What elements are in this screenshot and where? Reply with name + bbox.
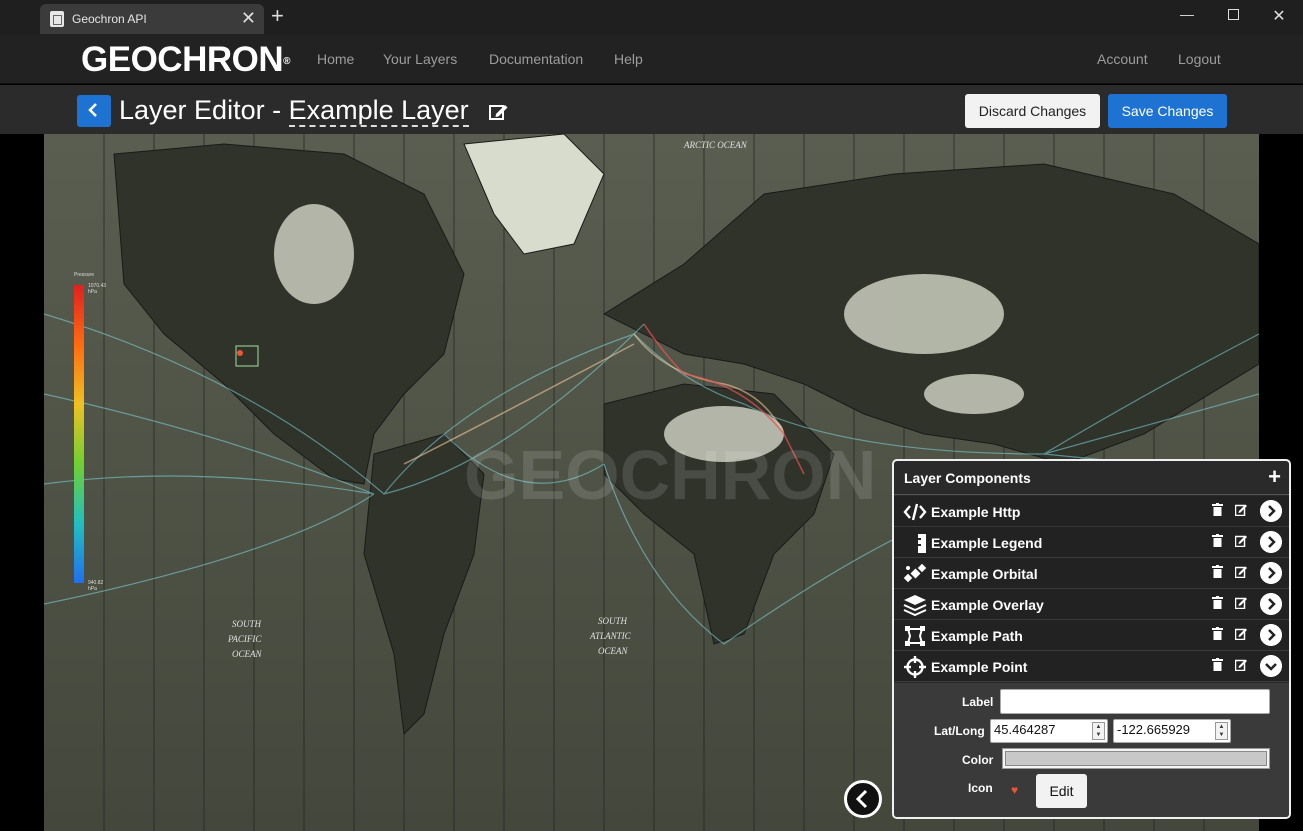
- browser-tabstrip: Geochron API ✕ + — ✕: [0, 0, 1303, 34]
- chevron-right-icon[interactable]: [1260, 500, 1282, 522]
- color-picker[interactable]: [1002, 748, 1270, 769]
- page-title: Layer Editor - Example Layer: [119, 95, 469, 127]
- component-label: Example Http: [931, 504, 1021, 520]
- trash-icon[interactable]: [1212, 565, 1223, 578]
- geochron-logo[interactable]: GEOCHRON®: [81, 42, 290, 78]
- heart-icon: ♥: [1011, 783, 1019, 797]
- map-watermark: GEOCHRON: [464, 436, 876, 514]
- chevron-right-icon[interactable]: [1260, 562, 1282, 584]
- component-row-http[interactable]: Example Http: [894, 496, 1289, 527]
- component-label: Example Point: [931, 659, 1028, 675]
- browser-window: Geochron API ✕ + — ✕ GEOCHRON® Home Your…: [0, 0, 1303, 831]
- trash-icon[interactable]: [1212, 658, 1223, 671]
- latitude-spinner[interactable]: ▲ ▼: [1092, 722, 1105, 740]
- edit-icon[interactable]: [1235, 596, 1248, 609]
- window-close-icon[interactable]: ✕: [1269, 6, 1289, 26]
- component-label: Example Path: [931, 628, 1023, 644]
- browser-tab[interactable]: Geochron API ✕: [40, 4, 264, 34]
- layers-icon: [903, 595, 927, 616]
- minimize-icon[interactable]: —: [1177, 6, 1197, 22]
- site-navbar: GEOCHRON® Home Your Layers Documentation…: [0, 34, 1303, 84]
- legend-max: 1070.43 hPa: [88, 283, 107, 295]
- edit-icon[interactable]: [1235, 534, 1248, 547]
- color-field-label: Color: [962, 753, 994, 767]
- legend-title: Pressure: [74, 272, 95, 278]
- chevron-right-icon[interactable]: [1260, 531, 1282, 553]
- longitude-input[interactable]: -122.665929 ▲ ▼: [1113, 719, 1231, 743]
- component-row-overlay[interactable]: Example Overlay: [894, 589, 1289, 620]
- trash-icon[interactable]: [1212, 503, 1223, 516]
- trash-icon[interactable]: [1212, 596, 1223, 609]
- nav-account[interactable]: Account: [1097, 51, 1148, 67]
- nav-your-layers[interactable]: Your Layers: [383, 51, 457, 67]
- code-icon: [903, 503, 927, 521]
- south-atlantic-label-2: ATLANTIC: [589, 631, 632, 641]
- chevron-down-icon[interactable]: [1260, 655, 1282, 677]
- edit-icon[interactable]: [1235, 565, 1248, 578]
- latitude-input[interactable]: 45.464287 ▲ ▼: [990, 719, 1108, 743]
- component-row-orbital[interactable]: Example Orbital: [894, 558, 1289, 589]
- south-atlantic-label-1: SOUTH: [598, 616, 628, 626]
- component-row-path[interactable]: Example Path: [894, 620, 1289, 651]
- point-details: Label Lat/Long 45.464287 ▲ ▼ -122.665929 …: [894, 683, 1289, 817]
- nav-documentation[interactable]: Documentation: [489, 51, 583, 67]
- edit-icon[interactable]: [1235, 503, 1248, 516]
- editor-header: Layer Editor - Example Layer Discard Cha…: [0, 85, 1303, 134]
- south-pacific-label-2: PACIFIC: [227, 634, 262, 644]
- layer-name[interactable]: Example Layer: [288, 95, 469, 127]
- component-label: Example Overlay: [931, 597, 1044, 613]
- south-pacific-label-1: SOUTH: [232, 619, 262, 629]
- nav-help[interactable]: Help: [614, 51, 643, 67]
- chevron-left-icon: [88, 103, 97, 117]
- trash-icon[interactable]: [1212, 534, 1223, 547]
- label-input[interactable]: [1000, 689, 1270, 714]
- longitude-spinner[interactable]: ▲ ▼: [1215, 722, 1228, 740]
- chevron-left-icon: [855, 789, 868, 809]
- add-component-button[interactable]: +: [1268, 465, 1281, 489]
- trash-icon[interactable]: [1212, 627, 1223, 640]
- component-label: Example Legend: [931, 535, 1043, 551]
- icon-field-label: Icon: [968, 781, 993, 795]
- arctic-ocean-label: ARCTIC OCEAN: [683, 140, 748, 150]
- south-pacific-label-3: OCEAN: [232, 649, 262, 659]
- label-field-label: Label: [962, 695, 994, 709]
- legend-min: 940.82 hPa: [88, 580, 104, 592]
- nav-logout[interactable]: Logout: [1178, 51, 1221, 67]
- panel-header: Layer Components +: [894, 461, 1289, 495]
- new-tab-button[interactable]: +: [271, 4, 284, 28]
- edit-icon[interactable]: [1235, 658, 1248, 671]
- edit-icon-button[interactable]: Edit: [1036, 774, 1087, 808]
- page-favicon-icon: [50, 11, 64, 27]
- panel-title: Layer Components: [904, 470, 1031, 486]
- layer-components-panel: Layer Components + Example Http Example …: [892, 459, 1291, 819]
- component-row-point[interactable]: Example Point: [894, 651, 1289, 682]
- chevron-right-icon[interactable]: [1260, 624, 1282, 646]
- save-changes-button[interactable]: Save Changes: [1108, 94, 1227, 128]
- edit-title-icon[interactable]: [489, 103, 509, 121]
- edit-icon[interactable]: [1235, 627, 1248, 640]
- south-atlantic-label-3: OCEAN: [598, 646, 628, 656]
- chevron-right-icon[interactable]: [1260, 593, 1282, 615]
- component-row-legend[interactable]: Example Legend: [894, 527, 1289, 558]
- discard-changes-button[interactable]: Discard Changes: [965, 94, 1100, 128]
- pressure-legend-bar: [74, 285, 84, 583]
- nav-home[interactable]: Home: [317, 51, 354, 67]
- legend-icon: [918, 534, 926, 553]
- path-icon: [905, 626, 925, 646]
- component-label: Example Orbital: [931, 566, 1038, 582]
- maximize-icon[interactable]: [1223, 6, 1243, 23]
- close-tab-icon[interactable]: ✕: [241, 8, 256, 28]
- crosshair-icon: [904, 656, 926, 678]
- back-button[interactable]: [77, 95, 111, 127]
- satellite-icon: [903, 563, 927, 583]
- tab-title: Geochron API: [72, 12, 147, 26]
- toggle-panel-button[interactable]: [844, 780, 882, 818]
- latlong-field-label: Lat/Long: [934, 724, 985, 738]
